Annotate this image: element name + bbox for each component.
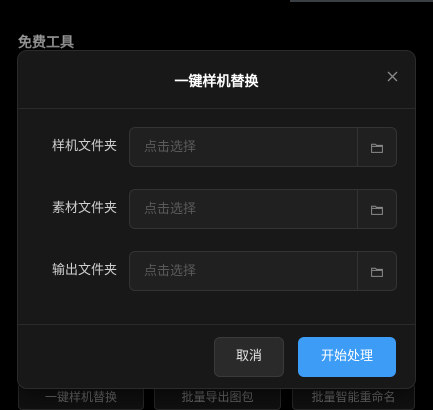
section-title: 免费工具 (18, 35, 74, 51)
mockup-replace-dialog: 一键样机替换 样机文件夹 素材文件夹 (17, 50, 416, 389)
page: 免费工具 一键样机替换 批量导出图包 批量智能重命名 一键样机替换 样机文件夹 (0, 0, 433, 410)
close-icon (387, 67, 398, 86)
output-folder-browse-button[interactable] (358, 251, 397, 291)
top-accent-bar (290, 0, 433, 2)
dialog-title: 一键样机替换 (174, 74, 259, 90)
mockup-folder-input[interactable] (129, 127, 358, 167)
output-folder-input[interactable] (129, 251, 358, 291)
material-folder-browse-button[interactable] (358, 189, 397, 229)
dialog-footer: 取消 开始处理 (18, 325, 415, 389)
header-divider (18, 108, 415, 109)
material-folder-input[interactable] (129, 189, 358, 229)
dialog-header: 一键样机替换 (18, 51, 415, 108)
row-material-folder: 素材文件夹 (18, 189, 415, 229)
row-output-folder: 输出文件夹 (18, 251, 415, 291)
output-folder-label: 输出文件夹 (51, 263, 117, 278)
mockup-folder-browse-button[interactable] (358, 127, 397, 167)
cancel-button[interactable]: 取消 (214, 337, 284, 377)
folder-icon (371, 200, 383, 219)
close-button[interactable] (383, 67, 401, 85)
material-folder-label: 素材文件夹 (51, 201, 117, 216)
folder-icon (371, 138, 383, 157)
folder-icon (371, 262, 383, 281)
row-mockup-folder: 样机文件夹 (18, 127, 415, 167)
start-processing-button[interactable]: 开始处理 (298, 337, 396, 377)
mockup-folder-label: 样机文件夹 (51, 139, 117, 154)
